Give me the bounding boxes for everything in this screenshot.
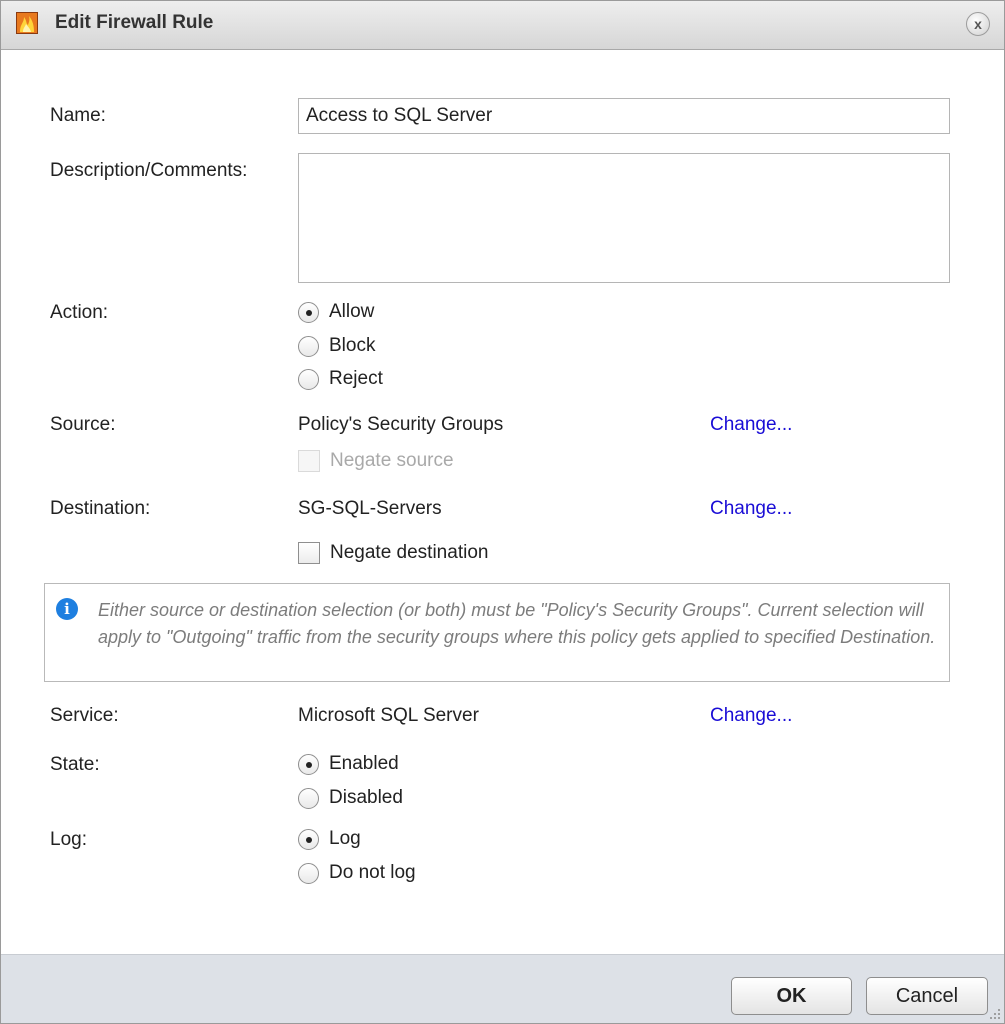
source-value: Policy's Security Groups xyxy=(298,414,504,435)
destination-value: SG-SQL-Servers xyxy=(298,498,442,519)
reject-label: Reject xyxy=(329,368,383,389)
resize-grip-icon[interactable] xyxy=(987,1006,1001,1020)
dialog-titlebar: Edit Firewall Rule x xyxy=(1,1,1004,50)
negate-source-label: Negate source xyxy=(330,450,454,471)
action-label: Action: xyxy=(50,302,109,323)
state-label: State: xyxy=(50,754,100,775)
name-label: Name: xyxy=(50,105,106,126)
info-icon: i xyxy=(56,598,78,620)
log-option-log[interactable]: Log xyxy=(298,826,361,852)
action-option-reject[interactable]: Reject xyxy=(298,366,383,392)
info-message-box: i Either source or destination selection… xyxy=(44,583,950,682)
enabled-label: Enabled xyxy=(329,753,399,774)
do-not-log-radio[interactable] xyxy=(298,862,319,884)
negate-source-option: Negate source xyxy=(298,448,454,474)
do-not-log-label: Do not log xyxy=(329,862,416,883)
reject-radio[interactable] xyxy=(298,368,319,390)
state-option-disabled[interactable]: Disabled xyxy=(298,785,403,811)
state-option-enabled[interactable]: Enabled xyxy=(298,751,399,777)
log-label: Log: xyxy=(50,829,87,850)
service-change-link[interactable]: Change... xyxy=(710,705,792,727)
dialog-footer: OK Cancel xyxy=(1,954,1004,1023)
negate-destination-option[interactable]: Negate destination xyxy=(298,540,488,566)
negate-source-checkbox xyxy=(298,450,320,472)
log-option-do-not-log[interactable]: Do not log xyxy=(298,860,416,886)
description-textarea[interactable] xyxy=(298,153,950,283)
enabled-radio[interactable] xyxy=(298,753,319,775)
name-input[interactable] xyxy=(298,98,950,134)
negate-destination-label: Negate destination xyxy=(330,542,489,563)
log-radio[interactable] xyxy=(298,828,319,850)
firewall-icon xyxy=(16,12,38,34)
action-option-allow[interactable]: Allow xyxy=(298,299,374,325)
disabled-radio[interactable] xyxy=(298,787,319,809)
close-icon: x xyxy=(974,16,982,32)
service-value: Microsoft SQL Server xyxy=(298,705,479,726)
close-button[interactable]: x xyxy=(966,12,990,36)
block-radio[interactable] xyxy=(298,335,319,357)
destination-change-link[interactable]: Change... xyxy=(710,498,792,520)
source-label: Source: xyxy=(50,414,116,435)
cancel-button[interactable]: Cancel xyxy=(866,977,988,1015)
allow-radio[interactable] xyxy=(298,301,319,323)
description-label: Description/Comments: xyxy=(50,160,248,181)
action-option-block[interactable]: Block xyxy=(298,333,375,359)
dialog-title: Edit Firewall Rule xyxy=(55,12,214,33)
block-label: Block xyxy=(329,335,376,356)
source-change-link[interactable]: Change... xyxy=(710,414,792,436)
edit-firewall-rule-dialog: Edit Firewall Rule x Name: Description/C… xyxy=(0,0,1005,1024)
service-label: Service: xyxy=(50,705,119,726)
ok-button[interactable]: OK xyxy=(731,977,852,1015)
allow-label: Allow xyxy=(329,301,375,322)
negate-destination-checkbox[interactable] xyxy=(298,542,320,564)
destination-label: Destination: xyxy=(50,498,151,519)
disabled-label: Disabled xyxy=(329,787,403,808)
log-option-label: Log xyxy=(329,828,361,849)
info-message-text: Either source or destination selection (… xyxy=(98,600,936,647)
